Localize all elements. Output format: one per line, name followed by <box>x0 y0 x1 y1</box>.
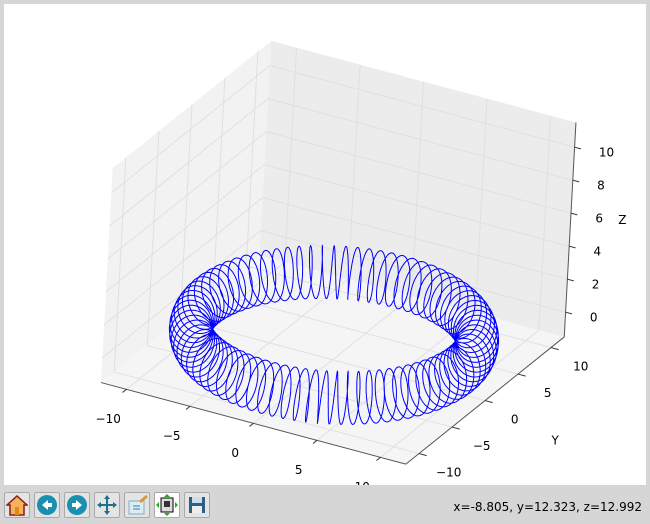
z-tick-label: 6 <box>595 212 603 226</box>
cursor-coordinates: x=-8.805, y=12.323, z=12.992 <box>453 500 642 514</box>
y-tick <box>550 347 559 351</box>
move-icon <box>97 495 117 515</box>
y-tick-label: 0 <box>511 413 519 427</box>
subplots-button[interactable] <box>154 492 180 518</box>
y-tick <box>484 400 493 404</box>
subplots-icon <box>156 494 178 516</box>
floppy-disk-icon <box>189 497 205 513</box>
y-tick-label: 5 <box>544 386 552 400</box>
y-tick-label: 10 <box>573 360 588 374</box>
x-tick <box>376 456 381 461</box>
pan-button[interactable] <box>94 492 120 518</box>
z-tick <box>574 146 582 150</box>
arrow-right-icon <box>67 495 87 515</box>
x-tick <box>312 439 318 444</box>
z-tick-label: 4 <box>594 245 602 259</box>
x-tick-label: −5 <box>163 429 181 443</box>
navigation-toolbar: x=-8.805, y=12.323, z=12.992 <box>0 487 650 524</box>
z-axis-label: Z <box>618 213 626 227</box>
save-button[interactable] <box>184 492 210 518</box>
z-tick-label: 2 <box>592 278 600 292</box>
y-tick-label: −5 <box>473 439 491 453</box>
x-tick <box>249 422 254 427</box>
figure-window: −10−50510−10−505100246810XYZ x=-8.805, y… <box>0 0 650 524</box>
x-tick <box>185 405 191 410</box>
home-icon <box>6 494 28 516</box>
arrow-left-icon <box>37 495 57 515</box>
x-tick-label: 10 <box>355 480 370 485</box>
y-axis-label: Y <box>551 433 560 447</box>
x-tick <box>122 388 127 393</box>
back-button[interactable] <box>34 492 60 518</box>
z-tick-label: 10 <box>599 146 614 160</box>
y-tick <box>517 373 526 377</box>
y-tick-label: −10 <box>436 466 461 480</box>
y-tick <box>451 426 460 430</box>
x-tick-label: 0 <box>231 446 239 460</box>
z-tick <box>567 278 574 282</box>
z-tick-label: 8 <box>597 179 605 193</box>
x-tick-label: −10 <box>96 412 121 426</box>
z-tick <box>565 311 573 315</box>
z-tick <box>569 245 576 249</box>
zoom-rect-icon <box>128 494 148 515</box>
forward-button[interactable] <box>64 492 90 518</box>
home-button[interactable] <box>4 492 30 518</box>
z-tick <box>570 212 578 216</box>
3d-axes[interactable]: −10−50510−10−505100246810XYZ <box>4 4 646 499</box>
zoom-button[interactable] <box>124 492 150 518</box>
z-tick-label: 0 <box>590 311 598 325</box>
y-tick <box>418 453 427 457</box>
plot-canvas[interactable]: −10−50510−10−505100246810XYZ <box>4 4 646 499</box>
z-tick <box>572 179 580 183</box>
x-tick-label: 5 <box>295 463 303 477</box>
